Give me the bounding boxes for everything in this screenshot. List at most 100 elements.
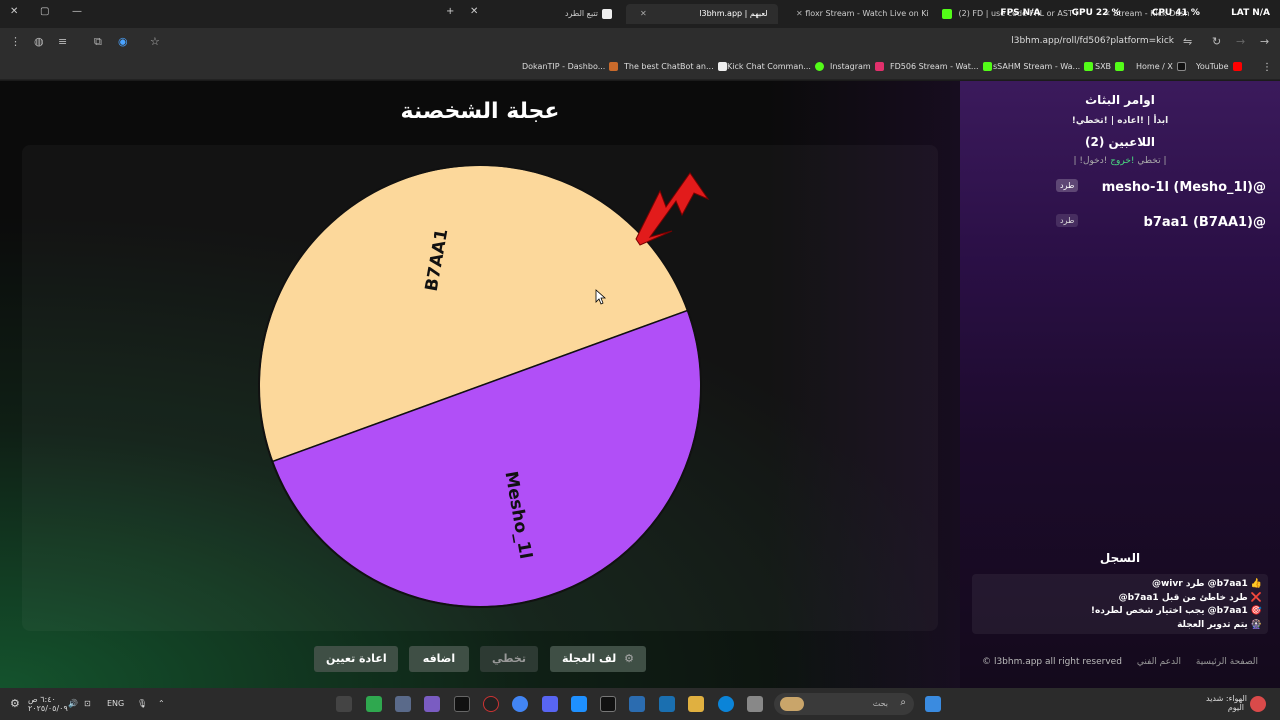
clock[interactable]: ٦:٤٠ ص ٢٠٢٥/٠٥/٠٩ — [28, 695, 68, 713]
app-icon[interactable] — [336, 696, 352, 712]
language-indicator[interactable]: ENG — [107, 699, 124, 708]
weather-line: اليوم — [1227, 703, 1244, 712]
app-icon[interactable] — [747, 696, 763, 712]
audio-icon[interactable]: ◉ — [118, 35, 128, 48]
bookmark-kick-chat[interactable]: Kick Chat Comman... — [727, 62, 824, 71]
menu-dots-icon[interactable]: ⋮ — [10, 35, 21, 48]
bookmark-chatbot[interactable]: The best ChatBot an... — [624, 62, 727, 71]
players-exit-cmd: !خروج — [1110, 156, 1135, 166]
app-icon[interactable] — [454, 696, 470, 712]
bookmark-dokantip[interactable]: DokanTIP - Dashbo... — [522, 62, 619, 71]
kick-icon — [942, 8, 952, 19]
kick-icon — [814, 62, 824, 71]
folder-icon[interactable] — [688, 696, 704, 712]
forward-icon[interactable]: → — [1236, 35, 1245, 48]
bookmark-x[interactable]: Home / X — [1136, 62, 1186, 71]
chrome-icon[interactable] — [512, 696, 528, 712]
microphone-icon[interactable]: 🎙 — [137, 699, 147, 708]
tab-close-icon[interactable]: ✕ — [470, 6, 478, 17]
player-row: طرد b7aa1 (B7AA1)@ — [986, 214, 1266, 234]
footer-copyright: l3bhm.app all right reserved © — [982, 657, 1122, 667]
tab-close-icon[interactable]: ✕ — [640, 9, 647, 18]
log-text: يتم تدوير العجلة — [1177, 619, 1248, 630]
taskbar-search[interactable]: بحث ⌕ — [774, 693, 914, 715]
settings-toggle-icon[interactable]: ≡ — [58, 35, 67, 48]
back-icon[interactable]: → — [1260, 35, 1269, 48]
maximize-icon[interactable]: ▢ — [40, 6, 49, 17]
site-settings-icon[interactable]: ⇋ — [1183, 35, 1192, 48]
url-field[interactable]: l3bhm.app/roll/fd506?platform=kick — [1011, 36, 1174, 46]
performance-overlay: FPS N/A GPU 22 % CPU 41 % LAT N/A — [972, 8, 1270, 18]
commands-line: !ابدأ | !اعاده | !تخطي — [1071, 116, 1169, 126]
weather-line: الهواء: شديد — [1206, 694, 1248, 703]
footer: الصفحة الرئيسية الدعم الفني l3bhm.app al… — [970, 657, 1258, 667]
bookmarks-bar: DokanTIP - Dashbo... The best ChatBot an… — [0, 56, 1280, 80]
app-icon[interactable] — [659, 696, 675, 712]
share-icon[interactable]: ⧉ — [94, 35, 102, 49]
minimize-icon[interactable]: — — [72, 6, 82, 17]
log-entry: 👍b7aa1@ طرد wivr@ — [978, 578, 1262, 592]
app-icon[interactable] — [395, 696, 411, 712]
bookmark-youtube[interactable]: YouTube — [1196, 62, 1242, 71]
bookmark-star-icon[interactable]: ☆ — [150, 35, 160, 48]
spin-button[interactable]: لف العجلة ⚙ — [550, 646, 646, 672]
reload-icon[interactable]: ↻ — [1212, 35, 1221, 48]
volume-icon[interactable]: 🔊 — [68, 699, 78, 708]
wheel-icon: 🎡 — [1250, 619, 1262, 630]
lat-label: LAT — [1231, 8, 1250, 18]
footer-home-link[interactable]: الصفحة الرئيسية — [1196, 657, 1258, 667]
app-icon[interactable] — [424, 696, 440, 712]
edge-icon[interactable] — [718, 696, 734, 712]
bookmark-label: Home / X — [1136, 62, 1173, 71]
bookmarks-more-icon[interactable]: ⋮ — [1262, 62, 1272, 73]
add-button[interactable]: اضافه — [409, 646, 469, 672]
tab-favicon-icon — [602, 8, 612, 19]
reset-button[interactable]: اعادة تعيين — [314, 646, 398, 672]
cpu-readout: CPU 41 % — [1138, 8, 1200, 18]
new-tab-icon[interactable]: + — [446, 6, 454, 17]
fps-readout: FPS N/A — [986, 8, 1040, 18]
discord-icon[interactable] — [542, 696, 558, 712]
cpu-label: CPU — [1151, 8, 1173, 18]
network-icon[interactable]: ⊡ — [84, 699, 91, 708]
tab-l3bhm[interactable]: ✕ l3bhm.app | لعبهم — [626, 4, 778, 24]
bookmark-label: DokanTIP - Dashbo... — [522, 62, 606, 71]
cpu-value: 41 % — [1175, 8, 1200, 18]
bookmark-instagram[interactable]: Instagram — [830, 62, 884, 71]
app-icon[interactable] — [366, 696, 382, 712]
fps-label: FPS — [1000, 8, 1020, 18]
app-icon[interactable] — [483, 696, 499, 712]
log-entry: ❌طرد خاطئ من قبل b7aa1@ — [978, 592, 1262, 606]
bookmark-label: YouTube — [1196, 62, 1229, 71]
bookmark-ssahm[interactable]: sSAHM Stream - Wa... — [993, 62, 1094, 71]
extension-icon[interactable]: ◍ — [34, 35, 44, 48]
wheel-pointer-icon — [635, 172, 710, 246]
chevron-up-icon[interactable]: ⌃ — [158, 699, 165, 708]
bookmark-fd506[interactable]: FD506 Stream - Wat... — [890, 62, 992, 71]
bookmark-sxb[interactable]: SXB — [1095, 62, 1125, 71]
weather-widget[interactable]: الهواء: شديد اليوم — [1206, 694, 1248, 712]
app-icon[interactable] — [629, 696, 645, 712]
windows-start-icon[interactable] — [925, 696, 941, 712]
log-entry: 🎡يتم تدوير العجلة — [978, 619, 1262, 633]
footer-support-link[interactable]: الدعم الفني — [1137, 657, 1181, 667]
browser-tab-bar: ✕ ▢ — + ✕ تتبع الطرد ✕ l3bhm.app | لعبهم… — [0, 0, 1280, 28]
chatbot-icon — [717, 62, 727, 71]
players-title: اللاعبين (2) — [1084, 135, 1156, 149]
tab-tracking[interactable]: تتبع الطرد — [520, 4, 624, 24]
tab-floxr[interactable]: ✕ floxr Stream - Watch Live on Ki — [782, 4, 930, 24]
settings-gear-icon[interactable]: ⚙ — [10, 697, 20, 710]
tab-close-icon[interactable]: ✕ — [796, 9, 803, 18]
youtube-icon — [1232, 62, 1242, 71]
dokantip-icon — [609, 62, 619, 71]
kick-icon — [1115, 62, 1125, 71]
players-commands: | !تخطي !خروج !دخول | — [960, 156, 1280, 166]
kick-button[interactable]: طرد — [1056, 179, 1079, 192]
lat-readout: LAT N/A — [1217, 8, 1270, 18]
app-icon[interactable] — [571, 696, 587, 712]
spin-wheel[interactable]: B7AA1 Mesho_1l — [0, 81, 960, 688]
skip-button[interactable]: تخطي — [480, 646, 538, 672]
kick-button[interactable]: طرد — [1056, 214, 1079, 227]
app-icon[interactable] — [600, 696, 616, 712]
close-window-icon[interactable]: ✕ — [10, 6, 18, 17]
